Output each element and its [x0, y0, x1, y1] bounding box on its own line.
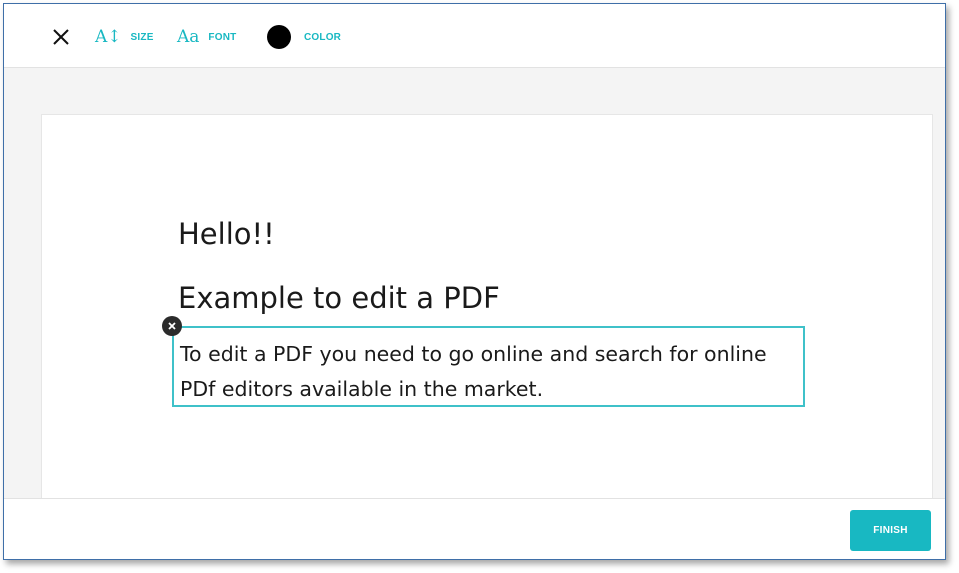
- editor-footer: FINISH: [4, 498, 945, 559]
- finish-button[interactable]: FINISH: [850, 510, 931, 551]
- pdf-page: Hello!! Example to edit a PDF To edit a …: [41, 114, 933, 516]
- color-button[interactable]: COLOR: [267, 22, 341, 52]
- text-edit-box[interactable]: To edit a PDF you need to go online and …: [162, 316, 808, 407]
- close-icon: [168, 322, 176, 330]
- text-size-icon: A↕: [95, 27, 122, 47]
- heading-example[interactable]: Example to edit a PDF: [178, 281, 500, 315]
- remove-text-button[interactable]: [162, 316, 182, 336]
- close-icon: [53, 29, 69, 45]
- close-button[interactable]: [48, 24, 74, 50]
- font-icon: Aa: [177, 27, 200, 47]
- font-label: FONT: [208, 31, 237, 43]
- editable-text[interactable]: To edit a PDF you need to go online and …: [180, 337, 808, 407]
- color-label: COLOR: [304, 31, 342, 43]
- color-swatch: [267, 25, 291, 49]
- font-button[interactable]: Aa FONT: [177, 22, 236, 52]
- editor-window: A↕ SIZE Aa FONT COLOR Hello!! Example to…: [3, 3, 946, 560]
- size-label: SIZE: [130, 31, 154, 43]
- text-toolbar: A↕ SIZE Aa FONT COLOR: [4, 4, 945, 68]
- document-workspace: Hello!! Example to edit a PDF To edit a …: [4, 68, 945, 516]
- size-button[interactable]: A↕ SIZE: [95, 22, 154, 52]
- heading-hello[interactable]: Hello!!: [178, 217, 275, 251]
